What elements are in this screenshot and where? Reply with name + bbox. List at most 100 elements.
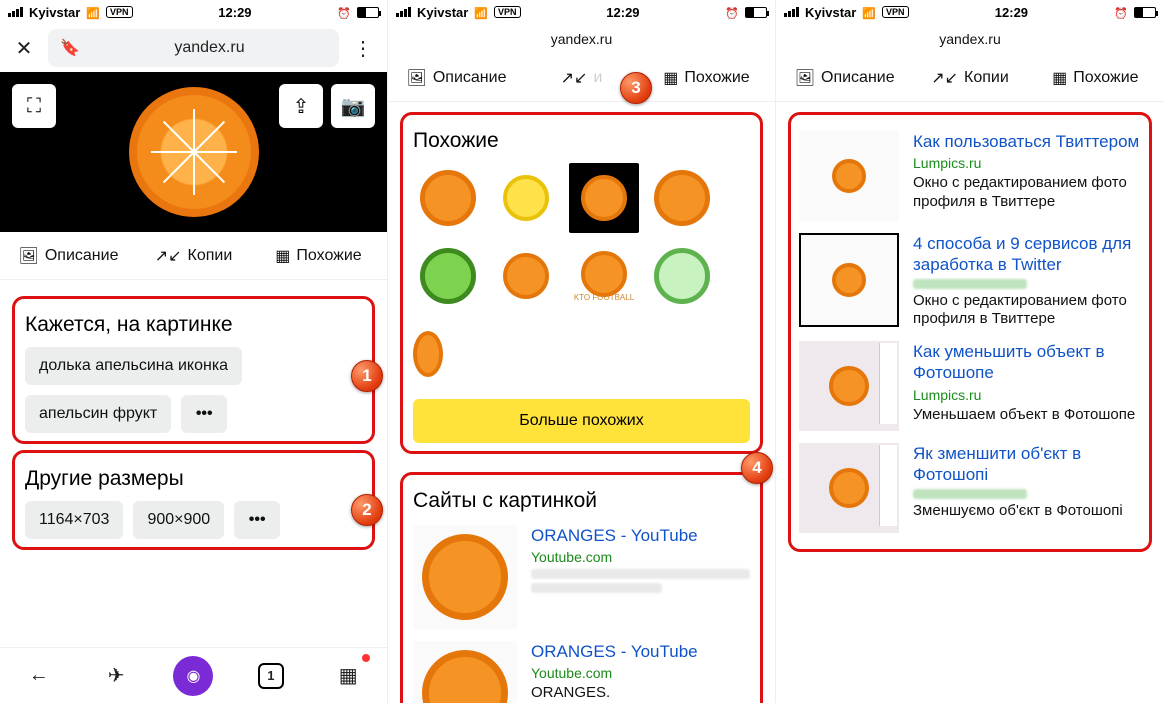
result-thumb — [413, 641, 517, 703]
result-thumb — [413, 525, 517, 629]
similar-thumb[interactable] — [647, 241, 717, 311]
annotation-box-3: Похожие KTO FOOTBALL Больше похожих — [400, 112, 763, 454]
similar-title: Похожие — [413, 129, 750, 153]
similar-thumb[interactable] — [647, 163, 717, 233]
similar-thumb[interactable] — [491, 163, 561, 233]
clock: 12:29 — [133, 5, 338, 20]
safari-url[interactable]: yandex.ru — [388, 24, 775, 54]
annotation-box-4: Сайты с картинкой ORANGES - YouTube Yout… — [400, 472, 763, 703]
tab-similar[interactable]: ▦Похожие — [1033, 68, 1158, 88]
vpn-badge: VPN — [882, 6, 909, 18]
annotation-badge-2: 2 — [351, 494, 383, 526]
result-title: 4 способа и 9 сервисов для заработка в T… — [913, 233, 1141, 276]
apps-button[interactable]: ▦ — [328, 656, 368, 696]
image-icon: 🖼 — [407, 68, 427, 88]
alice-button[interactable]: ◉ — [173, 656, 213, 696]
annotation-badge-4: 4 — [741, 452, 773, 484]
result-item[interactable]: ORANGES - YouTube Youtube.com ORANGES. — [413, 641, 750, 703]
result-title: ORANGES - YouTube — [531, 525, 750, 546]
more-chip[interactable]: ••• — [181, 395, 227, 433]
battery-icon — [745, 7, 767, 18]
carrier-label: Kyivstar — [805, 5, 856, 20]
result-thumb — [799, 233, 899, 327]
result-site: Youtube.com — [531, 549, 750, 565]
tab-label: Описание — [45, 247, 119, 265]
result-item[interactable]: Как пользоваться Твиттером Lumpics.ru Ок… — [799, 131, 1141, 221]
annotation-box-1: Кажется, на картинке долька апельсина ик… — [12, 296, 375, 444]
phone-screen-1: Kyivstar VPN 12:29 ✕ 🔖 yandex.ru ⋮ ⛶ — [0, 0, 388, 703]
expand-icon: ↗↙ — [931, 68, 958, 88]
tab-count: 1 — [258, 663, 284, 689]
vpn-badge: VPN — [494, 6, 521, 18]
result-title: Как пользоваться Твиттером — [913, 131, 1141, 152]
tab-label: Похожие — [296, 247, 361, 265]
url-bar[interactable]: 🔖 yandex.ru — [48, 29, 339, 67]
tab-description[interactable]: 🖼Описание — [782, 68, 907, 88]
tab-similar[interactable]: ▦ Похожие — [644, 68, 769, 88]
tab-copies-hidden: и — [593, 69, 602, 87]
tab-label: Копии — [188, 247, 233, 265]
result-item[interactable]: Як зменшити об'єкт в Фотошопі Зменшуємо … — [799, 443, 1141, 533]
seems-title: Кажется, на картинке — [25, 313, 362, 337]
guess-chip[interactable]: долька апельсина иконка — [25, 347, 242, 385]
bookmark-icon[interactable]: 🔖 — [60, 38, 80, 58]
annotation-box-results: Как пользоваться Твиттером Lumpics.ru Ок… — [788, 112, 1152, 552]
result-snippet: Окно с редактированием фото профиля в Тв… — [913, 292, 1141, 330]
similar-thumb[interactable] — [491, 241, 561, 311]
guess-chip[interactable]: апельсин фрукт — [25, 395, 171, 433]
menu-button[interactable]: ⋮ — [349, 34, 377, 62]
status-bar: Kyivstar VPN 12:29 — [388, 0, 775, 24]
wifi-icon — [862, 5, 876, 20]
expand-icon: ↗↙ — [155, 246, 182, 266]
sizes-title: Другие размеры — [25, 467, 362, 491]
result-snippet: Уменьшаем объект в Фотошопе — [913, 406, 1141, 425]
similar-thumb[interactable] — [569, 163, 639, 233]
send-button[interactable]: ✈ — [96, 656, 136, 696]
tab-description[interactable]: 🖼Описание — [394, 68, 519, 88]
result-item[interactable]: ORANGES - YouTube Youtube.com — [413, 525, 750, 629]
result-item[interactable]: Как уменьшить объект в Фотошопе Lumpics.… — [799, 341, 1141, 431]
result-title: Как уменьшить объект в Фотошопе — [913, 341, 1141, 384]
grid-icon: ▦ — [1052, 68, 1067, 88]
tabs-button[interactable]: 1 — [251, 656, 291, 696]
url-text: yandex.ru — [92, 39, 327, 57]
more-similar-button[interactable]: Больше похожих — [413, 399, 750, 443]
content-body: Похожие KTO FOOTBALL Больше похожих Сайт… — [388, 102, 775, 703]
content-body: Как пользоваться Твиттером Lumpics.ru Ок… — [776, 102, 1164, 703]
share-icon[interactable]: ⇪ — [279, 84, 323, 128]
result-snippet: Зменшуємо об'єкт в Фотошопі — [913, 502, 1141, 521]
close-button[interactable]: ✕ — [10, 34, 38, 62]
result-thumb — [799, 131, 899, 221]
back-button[interactable]: ← — [19, 656, 59, 696]
similar-thumb[interactable]: KTO FOOTBALL — [569, 241, 639, 311]
result-item[interactable]: 4 способа и 9 сервисов для заработка в T… — [799, 233, 1141, 329]
annotation-badge-1: 1 — [351, 360, 383, 392]
tab-copies[interactable]: ↗↙Копии — [907, 68, 1032, 88]
similar-thumb[interactable] — [413, 163, 483, 233]
grid-icon: ▦ — [275, 246, 290, 266]
notification-dot-icon — [362, 654, 370, 662]
result-title: Як зменшити об'єкт в Фотошопі — [913, 443, 1141, 486]
wifi-icon — [86, 5, 100, 20]
camera-icon[interactable]: 📷 — [331, 84, 375, 128]
safari-url[interactable]: yandex.ru — [776, 24, 1164, 54]
more-chip[interactable]: ••• — [234, 501, 280, 539]
grid-icon: ▦ — [663, 68, 678, 88]
size-chip[interactable]: 1164×703 — [25, 501, 123, 539]
tab-copies[interactable]: ↗↙ Копии — [131, 246, 256, 266]
alarm-icon — [1114, 5, 1128, 20]
tab-label: Похожие — [684, 69, 749, 87]
blurred-text — [531, 583, 662, 593]
size-chip[interactable]: 900×900 — [133, 501, 224, 539]
result-snippet: ORANGES. — [531, 684, 750, 703]
result-snippet: Окно с редактированием фото профиля в Тв… — [913, 174, 1141, 212]
blurred-site — [913, 489, 1027, 499]
tab-description[interactable]: 🖼Описание — [6, 246, 131, 266]
similar-thumb[interactable] — [413, 319, 443, 389]
tab-similar[interactable]: ▦ Похожие — [256, 246, 381, 266]
crop-icon[interactable]: ⛶ — [12, 84, 56, 128]
blurred-site — [913, 279, 1027, 289]
result-site: Youtube.com — [531, 665, 750, 681]
search-image-preview — [129, 87, 259, 217]
similar-thumb[interactable] — [413, 241, 483, 311]
